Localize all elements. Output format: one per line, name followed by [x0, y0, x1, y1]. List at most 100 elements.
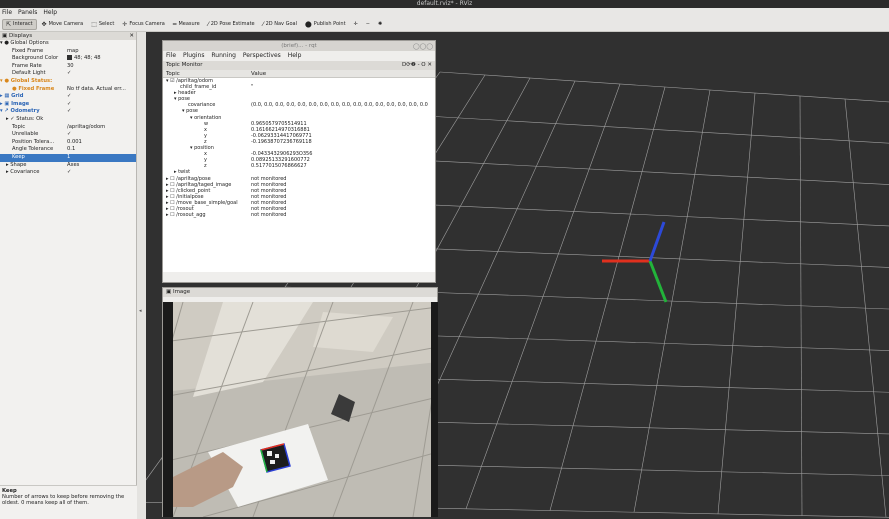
help-text: Number of arrows to keep before removing…	[2, 494, 125, 506]
camera-image-svg	[163, 302, 438, 517]
publish-point-icon: ⬤	[305, 20, 312, 28]
tool-interact-button[interactable]: ⇱ Interact	[2, 18, 37, 30]
display-property-row[interactable]: Fixed Frame map	[0, 48, 136, 56]
tool-move-camera-button[interactable]: ✥ Move Camera	[39, 19, 87, 30]
rqt-menu-plugins[interactable]: Plugins	[183, 52, 205, 59]
display-property-row[interactable]: ▸ ✓ Status: Ok	[0, 116, 136, 124]
panel-splitter[interactable]: ◂	[137, 32, 146, 519]
window-controls-icon[interactable]: ◯◯◯	[413, 42, 433, 52]
display-property-row[interactable]: ▸ Shape Axes	[0, 162, 136, 170]
tool-2d-pose-estimate-button[interactable]: ⁄ 2D Pose Estimate	[205, 19, 258, 30]
property-name: ▸ ▦ Grid	[0, 93, 24, 100]
displays-tree: ▾ ● Global Options Fixed Frame map Backgrou…	[0, 40, 136, 177]
plugin-buttons-icon[interactable]: D⟳❷ - O ✕	[402, 61, 432, 70]
display-property-row[interactable]: ▸ ▣ Image ✓	[0, 101, 136, 109]
property-value[interactable]: 48; 48; 48	[67, 55, 133, 63]
tool-2d-nav-goal-button[interactable]: ⁄ 2D Nav Goal	[260, 19, 300, 30]
displays-panel-header: ▣ Displays ✕	[0, 32, 136, 40]
tool-settings-icon[interactable]: ✺	[375, 19, 385, 30]
topic-value: not monitored	[251, 212, 287, 219]
property-value[interactable]: map	[67, 48, 133, 56]
topic-monitor-title: Topic Monitor	[166, 62, 203, 68]
window-title: default.rviz* - RViz	[416, 0, 473, 7]
axis-y-arrow	[648, 260, 668, 303]
column-topic[interactable]: Topic	[163, 70, 251, 77]
property-value[interactable]: ✓	[67, 93, 133, 101]
display-property-row[interactable]: Default Light ✓	[0, 70, 136, 78]
property-value[interactable]: Axes	[67, 162, 133, 170]
property-value[interactable]: ✓	[67, 108, 133, 116]
property-value[interactable]: ✓	[67, 131, 133, 139]
rqt-window: (brief)... - rqt ◯◯◯ File Plugins Runnin…	[162, 40, 436, 283]
rqt-title-bar: (brief)... - rqt ◯◯◯	[163, 41, 435, 51]
display-property-row[interactable]: Unreliable ✓	[0, 131, 136, 139]
column-value[interactable]: Value	[251, 70, 266, 77]
close-panel-icon[interactable]: ✕	[129, 32, 134, 40]
property-name: Fixed Frame	[12, 47, 44, 54]
add-tool-icon[interactable]: ✛	[351, 19, 361, 30]
property-value[interactable]	[67, 116, 133, 124]
display-property-row[interactable]: ▸ ▦ Grid ✓	[0, 93, 136, 101]
grid-line	[633, 89, 711, 513]
display-property-row[interactable]: ▾ ↗ Odometry ✓	[0, 108, 136, 116]
menu-file[interactable]: File	[2, 9, 12, 16]
property-value[interactable]: /apriltag/odom	[67, 124, 133, 132]
topic-field: ▸ ☐ /rosout_agg	[166, 212, 206, 219]
tool-label: Publish Point	[313, 21, 346, 27]
help-panel: Keep Number of arrows to keep before rem…	[0, 485, 137, 519]
image-icon: ▣	[166, 289, 173, 295]
rqt-menu-perspectives[interactable]: Perspectives	[243, 52, 281, 59]
display-property-row[interactable]: Angle Tolerance 0.1	[0, 146, 136, 154]
displays-panel: ▣ Displays ✕ ▾ ● Global Options Fixed Fra…	[0, 32, 137, 519]
display-property-row[interactable]: Topic/apriltag/odom	[0, 124, 136, 132]
property-name: ▸ ✓ Status: Ok	[6, 115, 44, 122]
property-name: Angle Tolerance	[12, 146, 54, 153]
display-property-row[interactable]: ● Fixed Frame No tf data. Actual err...	[0, 86, 136, 94]
grid-line	[844, 98, 887, 518]
rqt-menu-bar: File Plugins Running Perspectives Help	[163, 51, 435, 61]
collapse-arrow-icon[interactable]: ◂	[139, 308, 142, 314]
property-value[interactable]: 0.1	[67, 146, 133, 154]
display-property-row[interactable]: ▾ ● Global Options	[0, 40, 136, 48]
tool-focus-camera-button[interactable]: ✛ Focus Camera	[119, 19, 168, 30]
grid-line	[439, 71, 889, 103]
tool-measure-button[interactable]: ═ Measure	[170, 19, 203, 30]
property-value[interactable]: No tf data. Actual err...	[67, 86, 133, 94]
display-property-row[interactable]: Background Color 48; 48; 48	[0, 55, 136, 63]
property-name: Position Tolera...	[12, 138, 55, 145]
display-property-row[interactable]: Position Tolera... 0.001	[0, 139, 136, 147]
axis-z-arrow	[648, 221, 666, 262]
property-value-text: 48; 48; 48	[74, 55, 101, 62]
topic-row[interactable]: ▸ ☐ /rosout_agg not monitored	[163, 212, 435, 218]
rqt-menu-help[interactable]: Help	[288, 52, 302, 59]
tool-select-button[interactable]: ⬚ Select	[88, 19, 117, 30]
property-value[interactable]: ✓	[67, 169, 133, 177]
display-property-row[interactable]: Frame Rate 30	[0, 63, 136, 71]
window-title-bar: default.rviz* - RViz	[0, 0, 889, 8]
tool-publish-point-button[interactable]: ⬤ Publish Point	[302, 19, 349, 30]
remove-tool-icon[interactable]: −	[363, 19, 373, 30]
property-name: ▾ ● Global Options	[0, 40, 49, 46]
rqt-title: (brief)... - rqt	[281, 43, 317, 49]
property-value[interactable]: ✓	[67, 70, 133, 78]
camera-image	[163, 302, 438, 517]
property-value[interactable]: 1	[67, 154, 133, 162]
display-property-row[interactable]: Keep 1	[0, 153, 136, 162]
property-name: ▸ ▣ Image	[0, 100, 30, 107]
property-value[interactable]: 0.001	[67, 139, 133, 147]
menu-panels[interactable]: Panels	[18, 9, 37, 16]
property-value[interactable]: ✓	[67, 101, 133, 109]
grid-line	[408, 114, 889, 144]
display-property-row[interactable]: ▸ Covariance ✓	[0, 169, 136, 177]
tool-label: Move Camera	[48, 21, 84, 27]
property-value[interactable]	[67, 78, 133, 86]
property-value[interactable]: 30	[67, 63, 133, 71]
select-icon: ⬚	[91, 20, 97, 28]
property-name: ▸ Covariance	[6, 169, 40, 176]
property-value[interactable]	[67, 40, 133, 48]
display-property-row[interactable]: ▾ ● Global Status:	[0, 78, 136, 86]
rqt-menu-file[interactable]: File	[166, 52, 176, 59]
menu-help[interactable]: Help	[43, 9, 57, 16]
focus-camera-icon: ✛	[122, 20, 128, 28]
rqt-menu-running[interactable]: Running	[211, 52, 236, 59]
